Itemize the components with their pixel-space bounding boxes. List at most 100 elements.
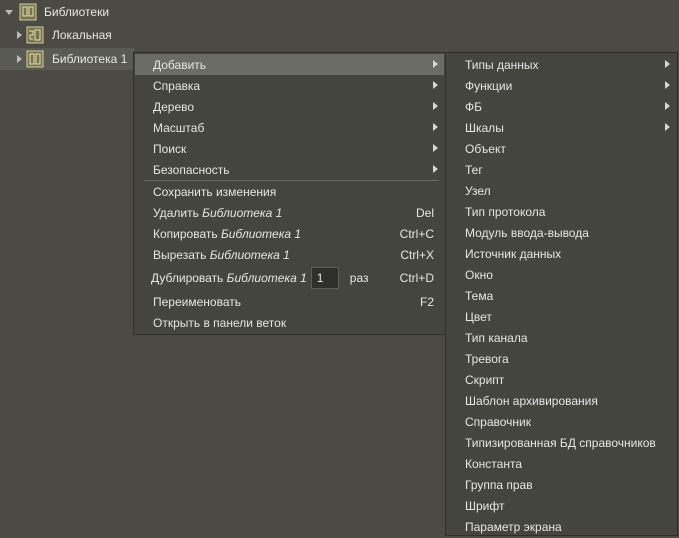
submenu-item-label: Тип протокола	[465, 204, 546, 219]
menu-item-copy[interactable]: Копировать Библиотека 1 Ctrl+C	[135, 223, 444, 244]
submenu-item-label: Окно	[465, 267, 493, 282]
menu-item-search[interactable]: Поиск	[135, 138, 444, 159]
submenu-item[interactable]: Шаблон архивирования	[447, 390, 676, 411]
submenu-arrow-icon	[433, 81, 438, 89]
libraries-icon	[19, 3, 37, 21]
menu-item-target: Библиотека 1	[202, 205, 283, 220]
expand-arrow-icon[interactable]	[5, 9, 13, 15]
submenu-item-label: ФБ	[465, 99, 482, 114]
menu-item-label: Добавить	[153, 57, 207, 72]
submenu-item[interactable]: Типы данных	[447, 54, 676, 75]
submenu-item[interactable]: Тип протокола	[447, 201, 676, 222]
submenu-item[interactable]: Узел	[447, 180, 676, 201]
menu-item-label: Масштаб	[153, 120, 205, 135]
submenu-item-label: Шаблон архивирования	[465, 393, 598, 408]
menu-item-label: Удалить	[153, 205, 199, 220]
submenu-item-label: Константа	[465, 456, 522, 471]
submenu-item[interactable]: ФБ	[447, 96, 676, 117]
submenu-arrow-icon	[665, 123, 670, 131]
submenu-item-label: Тревога	[465, 351, 509, 366]
submenu-arrow-icon	[665, 81, 670, 89]
shortcut-label: Ctrl+X	[400, 247, 434, 262]
tree-item-local[interactable]: Локальная	[0, 24, 260, 46]
submenu-item[interactable]: Шкалы	[447, 117, 676, 138]
submenu-item[interactable]: Функции	[447, 75, 676, 96]
submenu-item[interactable]: Цвет	[447, 306, 676, 327]
submenu-item-label: Группа прав	[465, 477, 533, 492]
shortcut-label: Ctrl+C	[399, 226, 434, 241]
tree-item-library-1[interactable]: Библиотека 1	[0, 48, 134, 70]
menu-item-target: Библиотека 1	[209, 247, 290, 262]
menu-item-label: Дерево	[153, 99, 195, 114]
menu-item-add[interactable]: Добавить	[135, 54, 444, 75]
menu-item-security[interactable]: Безопасность	[135, 159, 444, 180]
menu-item-help[interactable]: Справка	[135, 75, 444, 96]
shortcut-label: Del	[415, 205, 434, 220]
submenu-item-label: Узел	[465, 183, 491, 198]
library-icon	[26, 50, 44, 68]
menu-item-label: Дублировать	[151, 270, 224, 285]
submenu-item[interactable]: Группа прав	[447, 474, 676, 495]
submenu-item-label: Параметр экрана	[465, 519, 562, 534]
submenu-item-label: Источник данных	[465, 246, 562, 261]
submenu-item[interactable]: Источник данных	[447, 243, 676, 264]
submenu-item[interactable]: Тревога	[447, 348, 676, 369]
menu-item-target: Библиотека 1	[220, 226, 302, 241]
submenu-item-label: Шрифт	[465, 498, 505, 513]
library-local-icon	[26, 26, 44, 44]
menu-item-target: Библиотека 1	[226, 270, 307, 285]
submenu-item-label: Шкалы	[465, 120, 504, 135]
submenu-item[interactable]: Скрипт	[447, 369, 676, 390]
submenu-item-label: Функции	[465, 78, 513, 93]
submenu-item[interactable]: Справочник	[447, 411, 676, 432]
menu-item-label: Сохранить изменения	[153, 184, 277, 199]
submenu-item[interactable]: Тип канала	[447, 327, 676, 348]
submenu-item[interactable]: Модуль ввода-вывода	[447, 222, 676, 243]
menu-item-tree[interactable]: Дерево	[135, 96, 444, 117]
shortcut-label: F2	[419, 294, 434, 309]
submenu-item-label: Цвет	[465, 309, 492, 324]
add-submenu: Типы данных Функции ФБ Шкалы Объект Тег Узел Ти…	[445, 52, 678, 536]
submenu-item-label: Типы данных	[465, 57, 539, 72]
submenu-item-label: Скрипт	[465, 372, 505, 387]
submenu-item[interactable]: Параметр экрана	[447, 516, 676, 537]
expand-arrow-icon[interactable]	[17, 55, 22, 63]
menu-item-cut[interactable]: Вырезать Библиотека 1 Ctrl+X	[135, 244, 444, 265]
duplicate-count-input[interactable]: 1	[310, 266, 339, 289]
menu-item-scale[interactable]: Масштаб	[135, 117, 444, 138]
tree-item-label: Библиотека 1	[52, 52, 128, 66]
tree-root[interactable]: Библиотеки	[0, 1, 260, 23]
menu-item-label: Копировать	[153, 226, 218, 241]
expand-arrow-icon[interactable]	[17, 31, 22, 39]
submenu-arrow-icon	[433, 102, 438, 110]
menu-item-save[interactable]: Сохранить изменения	[135, 181, 444, 202]
menu-item-duplicate[interactable]: Дублировать Библиотека 1 1 раз Ctrl+D	[135, 265, 444, 290]
submenu-item-label: Тема	[465, 288, 494, 303]
submenu-item-label: Модуль ввода-вывода	[465, 225, 589, 240]
submenu-item-label: Типизированная БД справочников	[465, 435, 656, 450]
submenu-arrow-icon	[665, 102, 670, 110]
submenu-item[interactable]: Шрифт	[447, 495, 676, 516]
submenu-arrow-icon	[433, 165, 438, 173]
submenu-item[interactable]: Типизированная БД справочников	[447, 432, 676, 453]
submenu-item-label: Справочник	[465, 414, 531, 429]
duplicate-suffix-label: раз	[349, 270, 369, 285]
shortcut-label: Ctrl+D	[399, 270, 434, 285]
submenu-item[interactable]: Тег	[447, 159, 676, 180]
menu-item-label: Безопасность	[153, 162, 230, 177]
submenu-arrow-icon	[433, 144, 438, 152]
submenu-item[interactable]: Окно	[447, 264, 676, 285]
submenu-item-label: Тип канала	[465, 330, 528, 345]
submenu-item[interactable]: Объект	[447, 138, 676, 159]
submenu-item[interactable]: Константа	[447, 453, 676, 474]
submenu-arrow-icon	[665, 60, 670, 68]
menu-item-delete[interactable]: Удалить Библиотека 1 Del	[135, 202, 444, 223]
submenu-arrow-icon	[433, 123, 438, 131]
menu-item-label: Поиск	[153, 141, 187, 156]
menu-item-open-branch-panel[interactable]: Открыть в панели веток	[135, 312, 444, 333]
submenu-item[interactable]: Тема	[447, 285, 676, 306]
menu-item-label: Вырезать	[153, 247, 207, 262]
menu-item-label: Справка	[153, 78, 201, 93]
tree-root-label: Библиотеки	[44, 5, 110, 19]
menu-item-rename[interactable]: Переименовать F2	[135, 291, 444, 312]
